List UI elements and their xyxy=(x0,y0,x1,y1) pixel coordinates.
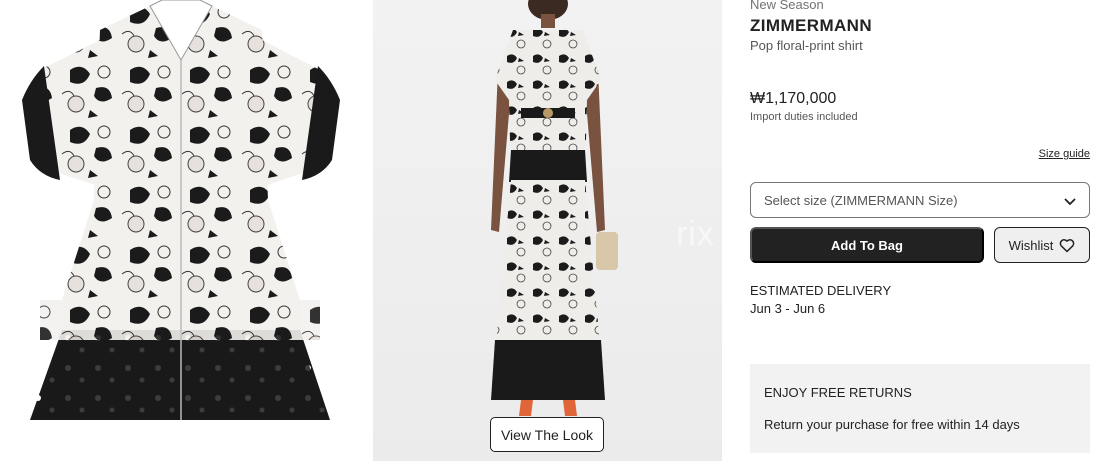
returns-text: Return your purchase for free within 14 … xyxy=(764,417,1020,432)
size-guide-link[interactable]: Size guide xyxy=(1039,148,1090,160)
product-main-image[interactable] xyxy=(0,0,362,461)
product-price: ₩1,170,000 xyxy=(750,90,837,107)
add-to-bag-button[interactable]: Add To Bag xyxy=(750,227,984,263)
heart-icon xyxy=(1060,238,1075,252)
wishlist-label: Wishlist xyxy=(1008,237,1054,253)
delivery-dates: Jun 3 - Jun 6 xyxy=(750,301,826,316)
wishlist-button[interactable]: Wishlist xyxy=(994,227,1090,263)
image-watermark: rix xyxy=(676,215,715,253)
duties-note: Import duties included xyxy=(750,111,858,123)
returns-title: ENJOY FREE RETURNS xyxy=(764,385,912,400)
season-tag: New Season xyxy=(750,0,824,12)
size-select-placeholder: Select size (ZIMMERMANN Size) xyxy=(764,192,958,208)
product-info-panel: New Season ZIMMERMANN Pop floral-print s… xyxy=(750,0,1090,461)
product-model-image[interactable] xyxy=(373,0,722,461)
view-the-look-button[interactable]: View The Look xyxy=(490,417,604,452)
free-returns-box: ENJOY FREE RETURNS Return your purchase … xyxy=(750,364,1090,453)
size-select[interactable]: Select size (ZIMMERMANN Size) xyxy=(750,182,1090,218)
product-name: Pop floral-print shirt xyxy=(750,38,863,53)
chevron-down-icon xyxy=(1064,198,1076,206)
delivery-heading: ESTIMATED DELIVERY xyxy=(750,283,892,298)
brand-name[interactable]: ZIMMERMANN xyxy=(750,16,872,36)
